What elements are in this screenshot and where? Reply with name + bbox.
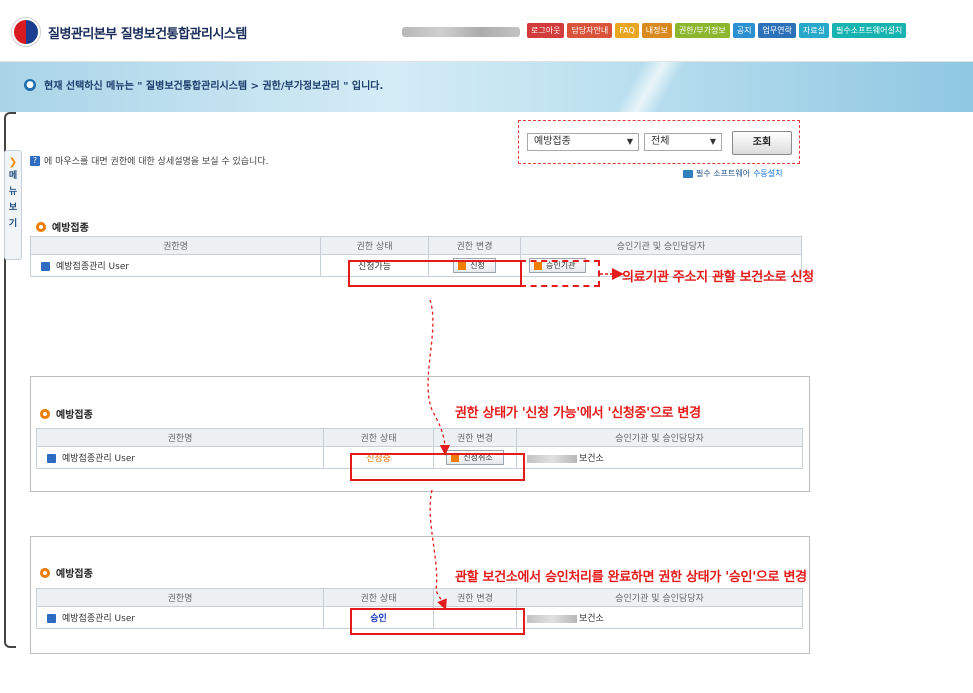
location-icon: ●	[24, 78, 36, 91]
chevron-right-icon: ❯	[8, 157, 18, 168]
highlight-status-approved	[350, 608, 525, 635]
menu-tab-char: 뉴	[8, 187, 18, 197]
highlight-status-action	[348, 260, 522, 287]
permission-name-label: 예방접종관리 User	[62, 454, 136, 464]
help-icon: ?	[30, 155, 40, 166]
system-select[interactable]: 예방접종 ▼	[527, 133, 639, 151]
topnav-item[interactable]: 로그아웃	[527, 23, 565, 38]
topnav-item[interactable]: 권한/부가정보	[674, 23, 730, 38]
info-icon	[47, 454, 56, 463]
top-navigation: 로그아웃 담당자안내 FAQ 내정보 권한/부가정보 공지 업무연락 자료실 필수소프트웨어설치	[527, 23, 907, 38]
info-icon	[47, 614, 56, 623]
permission-name[interactable]: 예방접종관리 User	[36, 446, 324, 469]
approver-label: 보건소	[579, 454, 604, 464]
caret-down-icon: ▼	[626, 137, 633, 146]
help-text-label: 에 마우스를 대면 권한에 대한 상세설명을 보실 수 있습니다.	[44, 157, 269, 167]
taegeuk-logo-icon	[12, 18, 40, 46]
topnav-item[interactable]: 필수소프트웨어설치	[832, 23, 907, 38]
software-install-link[interactable]: 필수 소프트웨어 수동설치	[683, 168, 783, 179]
table-header-row: 권한명 권한 상태 권한 변경 승인기관 및 승인담당자	[36, 428, 803, 447]
section-title-label: 예방접종	[52, 223, 89, 234]
col-header: 권한명	[30, 236, 321, 255]
approver-label: 보건소	[579, 614, 604, 624]
info-icon	[41, 262, 50, 271]
approver-name-blurred	[527, 614, 577, 623]
col-header: 권한 변경	[428, 236, 521, 255]
highlight-approver-button	[520, 260, 600, 287]
site-header: 질병관리본부 질병보건통합관리시스템 로그아웃 담당자안내 FAQ 내정보 권한/부가정…	[0, 0, 973, 62]
permission-name[interactable]: 예방접종관리 User	[36, 606, 324, 629]
help-text: ? 에 마우스를 대면 권한에 대한 상세설명을 보실 수 있습니다.	[30, 154, 268, 167]
system-select-value: 예방접종	[534, 136, 571, 147]
col-header: 승인기관 및 승인담당자	[520, 236, 802, 255]
col-header: 권한 변경	[433, 428, 517, 447]
topnav-item[interactable]: FAQ	[615, 23, 639, 38]
user-info-blurred	[402, 27, 520, 37]
bullet-icon	[40, 408, 50, 419]
permission-name-label: 예방접종관리 User	[62, 614, 136, 624]
bullet-icon	[40, 567, 50, 578]
col-header: 권한 상태	[323, 588, 434, 607]
annotation-status-to-approved: 관할 보건소에서 승인처리를 완료하면 권한 상태가 '승인'으로 변경	[455, 570, 807, 585]
manual-install-link[interactable]: 수동설치	[753, 168, 782, 179]
breadcrumb: ● 현재 선택하신 메뉴는 " 질병보건통합관리시스템 > 권한/부가정보관리 …	[24, 77, 383, 92]
menu-tab-char: 메	[8, 171, 18, 181]
menu-toggle-tab[interactable]: ❯ 메 뉴 보 기	[4, 150, 22, 260]
topnav-item[interactable]: 담당자안내	[567, 23, 613, 38]
status-select[interactable]: 전체 ▼	[644, 133, 722, 151]
topnav-item[interactable]: 자료실	[798, 23, 829, 38]
bullet-icon	[36, 221, 46, 232]
section-title-label: 예방접종	[56, 410, 93, 421]
breadcrumb-banner: ● 현재 선택하신 메뉴는 " 질병보건통합관리시스템 > 권한/부가정보관리 …	[0, 62, 973, 112]
col-header: 승인기관 및 승인담당자	[516, 428, 803, 447]
search-filter: 예방접종 ▼ 전체 ▼ 조회	[518, 120, 800, 164]
topnav-item[interactable]: 공지	[732, 23, 756, 38]
table-header-row: 권한명 권한 상태 권한 변경 승인기관 및 승인담당자	[36, 588, 803, 607]
section-title-label: 예방접종	[56, 569, 93, 580]
highlight-status-pending	[350, 453, 525, 481]
status-select-value: 전체	[651, 136, 670, 147]
annotation-status-to-pending: 권한 상태가 '신청 가능'에서 '신청중'으로 변경	[455, 406, 701, 421]
permission-name-label: 예방접종관리 User	[56, 262, 130, 272]
topnav-item[interactable]: 업무연락	[758, 23, 796, 38]
section-title: 예방접종	[40, 565, 93, 580]
col-header: 권한 변경	[433, 588, 517, 607]
site-title: 질병관리본부 질병보건통합관리시스템	[48, 26, 247, 42]
topnav-item[interactable]: 내정보	[641, 23, 672, 38]
site-logo[interactable]: 질병관리본부 질병보건통합관리시스템	[12, 18, 247, 46]
col-header: 승인기관 및 승인담당자	[516, 588, 803, 607]
software-label: 필수 소프트웨어	[696, 169, 751, 178]
col-header: 권한 상태	[320, 236, 429, 255]
approver-name-blurred	[527, 454, 577, 463]
table-header-row: 권한명 권한 상태 권한 변경 승인기관 및 승인담당자	[30, 236, 802, 255]
annotation-apply-to-health-center: 의료기관 주소지 관할 보건소로 신청	[622, 270, 814, 285]
section-title: 예방접종	[40, 406, 93, 421]
monitor-icon	[683, 169, 693, 178]
menu-tab-char: 보	[8, 203, 18, 213]
section-title: 예방접종	[36, 219, 89, 234]
approver-cell: 보건소	[516, 446, 803, 469]
col-header: 권한명	[36, 588, 324, 607]
col-header: 권한명	[36, 428, 324, 447]
caret-down-icon: ▼	[709, 137, 716, 146]
approver-cell: 보건소	[516, 606, 803, 629]
search-button[interactable]: 조회	[732, 131, 792, 155]
menu-tab-char: 기	[8, 219, 18, 229]
permission-name[interactable]: 예방접종관리 User	[30, 254, 321, 277]
breadcrumb-text: 현재 선택하신 메뉴는 " 질병보건통합관리시스템 > 권한/부가정보관리 " …	[44, 81, 384, 92]
col-header: 권한 상태	[323, 428, 434, 447]
